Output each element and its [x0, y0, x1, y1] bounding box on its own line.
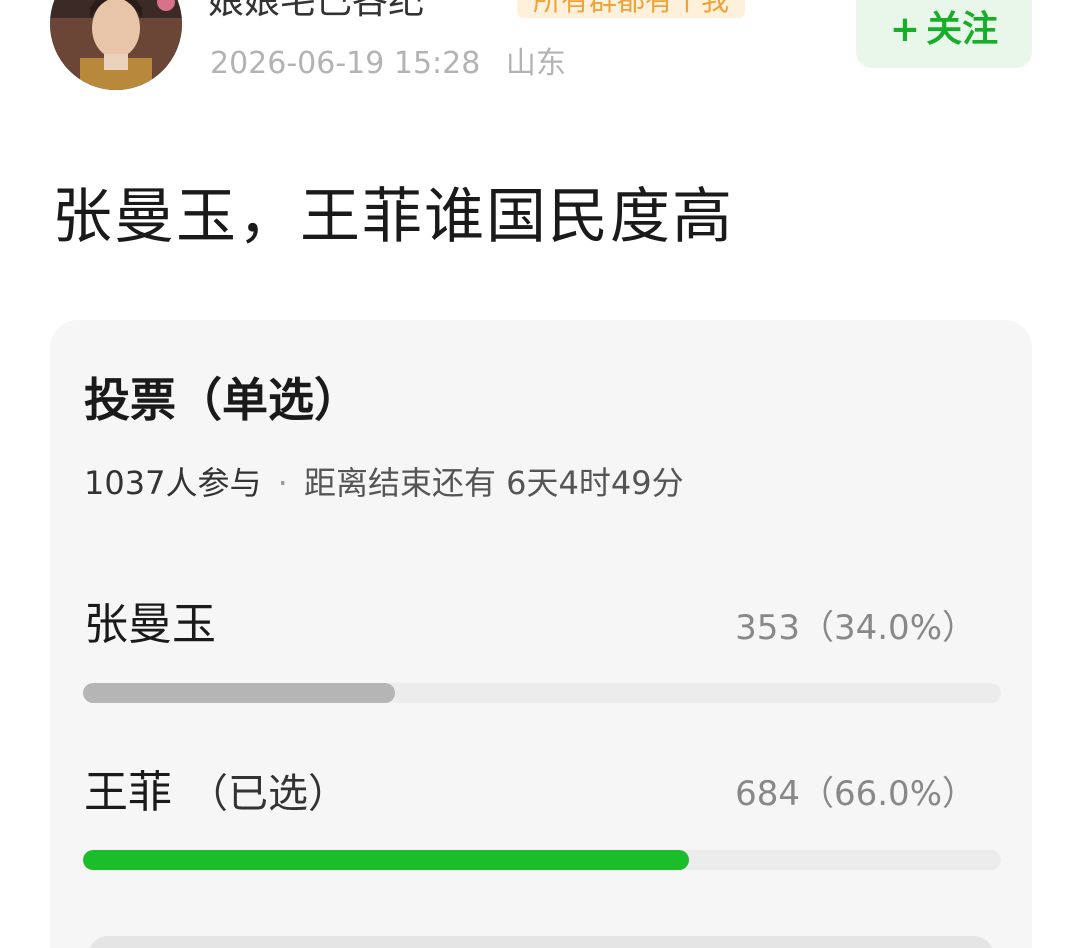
poll-participants: 1037人参与: [84, 464, 262, 502]
poll-card: 投票（单选） 1037人参与 · 距离结束还有 6天4时49分 张曼玉 353（…: [50, 320, 1032, 948]
poll-option-2-count: 684（66.0%）: [735, 774, 976, 814]
poll-option-label: 张曼玉: [84, 599, 216, 650]
post-page: 娘娘宅已各纪 所有群都有个我 2026-06-19 15:28 山东 + 关注 张…: [0, 0, 1080, 948]
poll-time-remaining: 距离结束还有 6天4时49分: [303, 464, 684, 502]
post-timestamp: 2026-06-19 15:28: [210, 46, 481, 81]
poll-option-1-bar-fill: [83, 683, 396, 703]
poll-option-2-bar-fill: [83, 850, 689, 870]
poll-option-chosen-label: （已选）: [188, 771, 348, 817]
post-title: 张曼玉，王菲谁国民度高: [52, 182, 734, 252]
post-location: 山东: [505, 46, 566, 81]
poll-option-1-count: 353（34.0%）: [735, 608, 976, 648]
follow-label: 关注: [926, 9, 999, 50]
follow-button[interactable]: + 关注: [856, 0, 1032, 68]
poll-option-2-name[interactable]: 王菲 （已选）: [84, 756, 348, 820]
plus-icon: +: [889, 9, 921, 50]
username[interactable]: 娘娘宅已各纪: [208, 0, 424, 24]
post-meta: 2026-06-19 15:28 山东: [210, 38, 566, 82]
user-avatar[interactable]: [50, 0, 182, 90]
poll-option-2-bar: [83, 850, 1001, 870]
poll-option-1-name[interactable]: 张曼玉: [84, 588, 232, 652]
poll-meta: 1037人参与 · 距离结束还有 6天4时49分: [84, 458, 684, 504]
poll-heading: 投票（单选）: [84, 373, 360, 427]
avatar-image: [50, 0, 182, 90]
poll-action-button[interactable]: [88, 936, 994, 948]
member-badge: 所有群都有个我: [517, 0, 746, 18]
poll-option-1-bar: [83, 683, 1001, 703]
meta-separator: ·: [277, 464, 288, 502]
poll-option-label: 王菲: [84, 767, 172, 818]
